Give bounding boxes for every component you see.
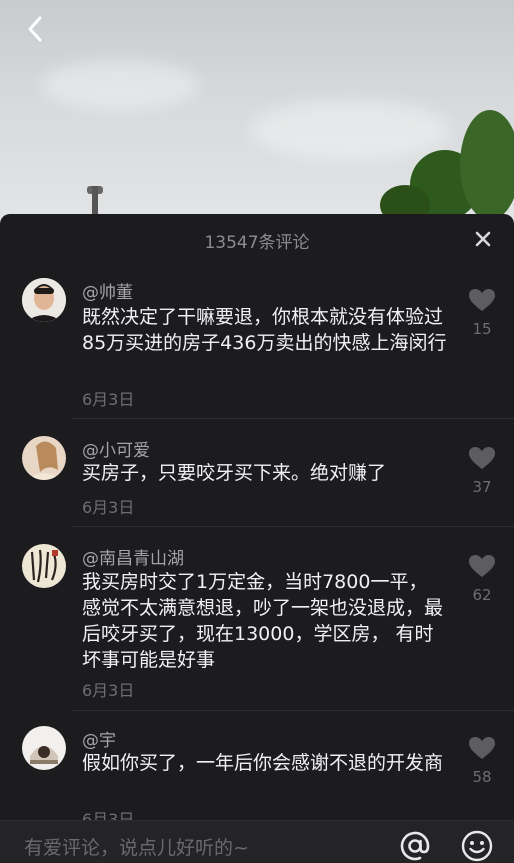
- like-button[interactable]: 62: [466, 554, 498, 604]
- avatar[interactable]: [22, 544, 66, 588]
- like-button[interactable]: 58: [466, 736, 498, 786]
- comment-date: 6月3日: [82, 681, 135, 700]
- like-count: 37: [472, 478, 492, 496]
- like-button[interactable]: 15: [466, 288, 498, 338]
- comment-date: 6月3日: [82, 390, 135, 409]
- avatar[interactable]: [22, 278, 66, 322]
- comment-text: 我买房时交了1万定金，当时7800一平， 感觉不太满意想退，吵了一架也没退成，最…: [82, 571, 444, 671]
- comment-author[interactable]: @小可爱: [82, 436, 150, 461]
- avatar[interactable]: [22, 436, 66, 480]
- heart-icon: [469, 447, 495, 469]
- like-button[interactable]: 37: [466, 446, 498, 496]
- emoji-icon: [461, 830, 493, 862]
- at-icon: [400, 831, 430, 861]
- divider: [72, 710, 514, 711]
- comment-input[interactable]: 有爱评论，说点儿好听的~: [24, 833, 249, 860]
- cloud: [250, 100, 450, 160]
- mention-button[interactable]: [398, 829, 432, 863]
- comment-input-bar: 有爱评论，说点儿好听的~: [0, 820, 514, 863]
- comment-author[interactable]: @宇: [82, 726, 116, 751]
- comment-author[interactable]: @帅董: [82, 278, 133, 303]
- like-count: 62: [472, 586, 492, 604]
- tree: [460, 110, 514, 220]
- avatar-image: [22, 544, 66, 588]
- comment-item: @帅董 既然决定了干嘛要退，你根本就没有体验过85万买进的房子436万卖出的快感…: [0, 214, 514, 424]
- comment-author[interactable]: @南昌青山湖: [82, 544, 184, 569]
- avatar-image: [22, 436, 66, 480]
- avatar[interactable]: [22, 726, 66, 770]
- divider: [72, 418, 514, 419]
- comment-text: 买房子，只要咬牙买下来。绝对赚了: [82, 462, 387, 484]
- comment-date: 6月3日: [82, 498, 135, 517]
- heart-icon: [469, 737, 495, 759]
- like-count: 15: [472, 320, 492, 338]
- video-background: [0, 0, 514, 230]
- comment-panel: 13547条评论 @帅董 既然决定了干嘛要退，你根本就没有体验过85万买进的房子…: [0, 214, 514, 863]
- chevron-left-icon: [28, 16, 42, 42]
- divider: [72, 526, 514, 527]
- emoji-button[interactable]: [460, 829, 494, 863]
- cloud: [40, 60, 200, 110]
- lamp-post-pole: [92, 186, 98, 216]
- comment-text: 既然决定了干嘛要退，你根本就没有体验过85万买进的房子436万卖出的快感上海闵行: [82, 306, 447, 354]
- back-button[interactable]: [18, 12, 52, 46]
- avatar-image: [22, 726, 66, 770]
- like-count: 58: [472, 768, 492, 786]
- heart-icon: [469, 555, 495, 577]
- comment-text: 假如你买了，一年后你会感谢不退的开发商: [82, 752, 444, 774]
- avatar-image: [22, 278, 66, 322]
- heart-icon: [469, 289, 495, 311]
